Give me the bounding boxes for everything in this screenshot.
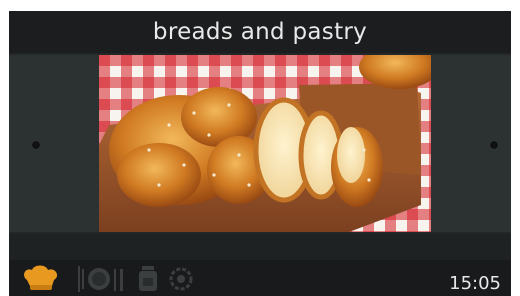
prev-dot-icon[interactable] — [32, 141, 40, 149]
gear-clock-icon[interactable] — [169, 267, 193, 291]
weight-jar-icon[interactable] — [137, 266, 159, 292]
spacer-bar — [9, 234, 511, 260]
clock-time: 15:05 — [449, 273, 501, 294]
content-area — [9, 55, 511, 232]
chef-hat-icon[interactable] — [21, 264, 61, 292]
bottom-bar: 15:05 — [9, 260, 511, 296]
bread-photo[interactable] — [99, 55, 431, 232]
bread-image — [99, 55, 431, 232]
next-dot-icon[interactable] — [490, 141, 498, 149]
page-title: breads and pastry — [9, 11, 511, 53]
oven-display: breads and pastry 15:05 — [9, 11, 511, 296]
plate-cutlery-icon[interactable] — [76, 266, 128, 292]
